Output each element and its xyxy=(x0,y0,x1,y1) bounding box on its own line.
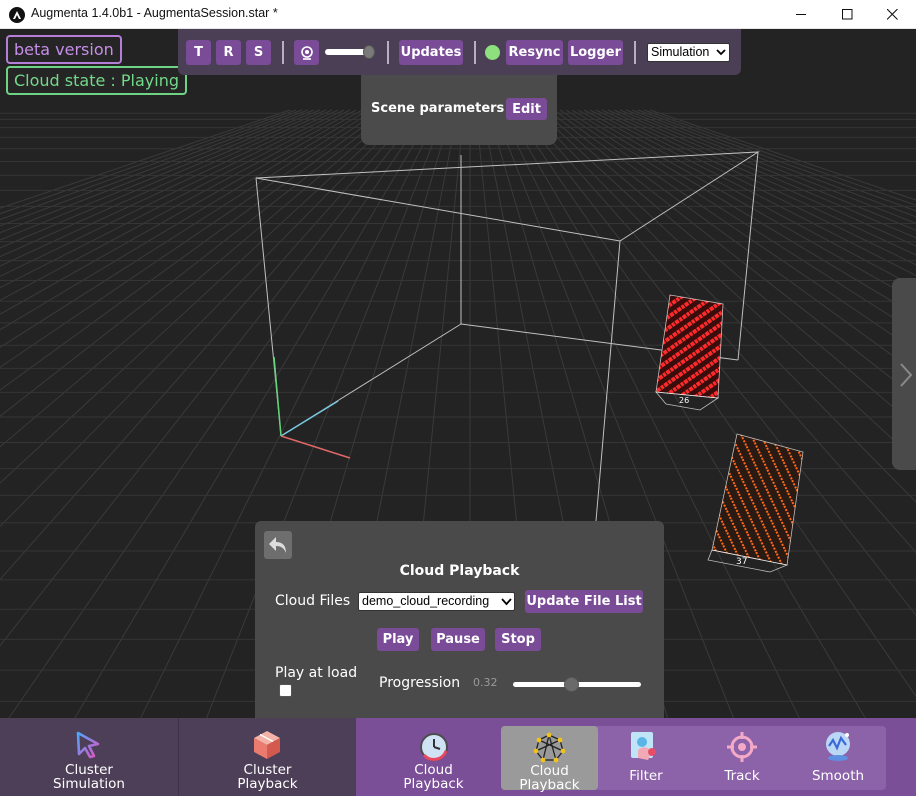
nav-label-line2: Playback xyxy=(519,777,580,793)
mode-select[interactable]: Simulation xyxy=(647,43,730,62)
chevron-down-icon xyxy=(501,596,512,607)
nav-label-line2: Simulation xyxy=(53,776,125,792)
play-button[interactable]: Play xyxy=(377,628,419,651)
rotate-button[interactable]: R xyxy=(216,40,241,65)
nav-label-line1: Cloud xyxy=(530,763,569,779)
mode-select-value: Simulation xyxy=(651,45,710,59)
scene-edit-button[interactable]: Edit xyxy=(506,98,547,120)
progression-slider[interactable] xyxy=(513,677,641,692)
object-label: 37 xyxy=(736,557,747,567)
tool-cloud-playback[interactable]: Cloud Playback xyxy=(501,726,598,793)
updates-button[interactable]: Updates xyxy=(399,40,463,65)
camera-view-button[interactable] xyxy=(294,40,319,65)
zoom-slider-thumb[interactable] xyxy=(363,45,375,59)
toolbar-separator xyxy=(474,41,476,64)
maximize-icon xyxy=(841,9,852,20)
progression-value: 0.32 xyxy=(473,676,498,689)
app-logo-icon xyxy=(9,7,25,23)
tool-label: Track xyxy=(724,768,760,784)
progression-slider-thumb[interactable] xyxy=(563,677,579,692)
cloud-files-select[interactable]: demo_cloud_recording xyxy=(358,592,515,611)
nav-cluster-playback[interactable]: Cluster Playback xyxy=(179,718,356,796)
cloud-state-badge: Cloud state : Playing xyxy=(6,66,187,95)
nav-cluster-simulation[interactable]: Cluster Simulation xyxy=(0,718,178,796)
scene-viewport[interactable]: 26 37 beta version Cloud state : Playing… xyxy=(0,29,916,718)
chevron-right-icon xyxy=(900,363,913,387)
zoom-slider[interactable] xyxy=(325,45,375,59)
toolbar-separator xyxy=(282,41,284,64)
beta-badge: beta version xyxy=(6,35,122,64)
tracked-object-orange: 37 xyxy=(707,433,804,573)
progression-label: Progression xyxy=(379,675,461,691)
tool-label: Filter xyxy=(629,768,663,784)
translate-button[interactable]: T xyxy=(186,40,211,65)
nav-label-line1: Cloud xyxy=(414,762,453,778)
nav-label-line1: Cluster xyxy=(65,762,113,778)
back-button[interactable] xyxy=(264,531,292,559)
tool-smooth[interactable]: Smooth xyxy=(790,726,886,790)
minimize-icon xyxy=(795,14,806,15)
camera-icon xyxy=(300,45,313,60)
toolbar-separator xyxy=(634,41,636,64)
main-toolbar: T R S Updates Resync Logger Simulation xyxy=(178,29,741,75)
bottom-navigation-bar: Cluster Simulation Cluster Playback Clou… xyxy=(0,718,916,796)
cube-icon xyxy=(254,731,280,759)
resync-button[interactable]: Resync xyxy=(506,40,563,65)
nav-cloud-playback[interactable]: Cloud Playback xyxy=(376,718,491,796)
cloud-files-select-value: demo_cloud_recording xyxy=(362,594,490,608)
cloud-playback-panel: Cloud Playback Cloud Files demo_cloud_re… xyxy=(255,521,664,718)
logger-button[interactable]: Logger xyxy=(568,40,623,65)
scene-parameters-panel: Scene parameters : Edit xyxy=(361,75,557,145)
side-panel-toggle[interactable] xyxy=(892,278,916,470)
window-title: Augmenta 1.4.0b1 - AugmentaSession.star … xyxy=(31,6,278,20)
play-at-load-checkbox[interactable] xyxy=(279,684,292,697)
tool-filter[interactable]: Filter xyxy=(598,726,694,790)
close-button[interactable] xyxy=(869,0,915,29)
title-bar[interactable]: Augmenta 1.4.0b1 - AugmentaSession.star … xyxy=(0,0,916,29)
stop-button[interactable]: Stop xyxy=(495,628,541,651)
nav-label-line1: Cluster xyxy=(243,762,292,778)
update-file-list-button[interactable]: Update File List xyxy=(525,590,643,613)
point-cloud-icon xyxy=(533,732,566,763)
cloud-files-label: Cloud Files xyxy=(275,593,351,609)
tracked-object-red: 26 xyxy=(655,294,724,411)
scene-parameters-label: Scene parameters : xyxy=(371,101,515,116)
pause-button[interactable]: Pause xyxy=(431,628,485,651)
undo-arrow-icon xyxy=(269,537,286,553)
clock-icon xyxy=(420,733,448,761)
tool-label: Smooth xyxy=(811,768,865,784)
minimize-button[interactable] xyxy=(778,0,824,29)
object-label: 26 xyxy=(679,396,689,405)
connection-status-icon xyxy=(485,45,500,60)
nav-label-line2: Playback xyxy=(403,776,464,792)
play-at-load-label: Play at load xyxy=(275,665,358,681)
crosshair-icon xyxy=(727,732,757,762)
maximize-button[interactable] xyxy=(824,0,870,29)
filter-icon xyxy=(631,732,656,760)
nav-label-line2: Playback xyxy=(237,776,298,792)
tool-group: Cloud Playback Filter Track Smooth xyxy=(501,726,886,793)
tool-track[interactable]: Track xyxy=(694,726,790,790)
scale-button[interactable]: S xyxy=(246,40,271,65)
close-icon xyxy=(886,9,898,20)
smooth-icon xyxy=(826,732,850,761)
chevron-down-icon xyxy=(716,49,726,56)
toolbar-separator xyxy=(387,41,389,64)
cursor-icon xyxy=(76,731,100,759)
panel-title: Cloud Playback xyxy=(399,563,520,579)
